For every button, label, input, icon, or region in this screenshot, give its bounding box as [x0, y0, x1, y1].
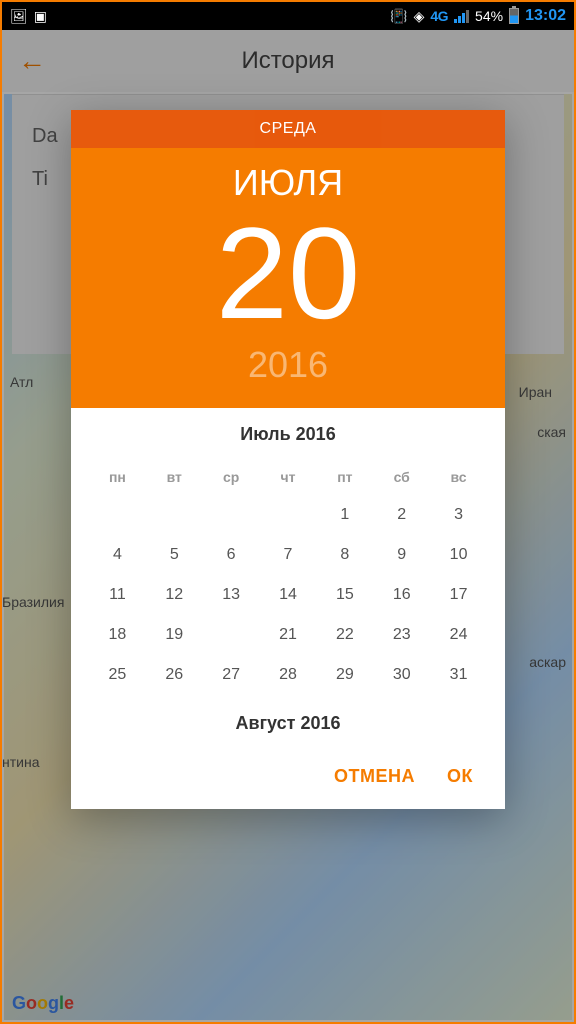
calendar-empty-cell: [146, 495, 203, 535]
calendar-day[interactable]: 18: [89, 615, 146, 655]
datepicker-dialog: СРЕДА ИЮЛЯ 20 2016 Июль 2016 пнвтсрчтптс…: [71, 110, 505, 809]
calendar-dow-header: пн: [89, 459, 146, 495]
calendar-dow-header: вт: [146, 459, 203, 495]
calendar-day[interactable]: 21: [260, 615, 317, 655]
calendar-day[interactable]: 15: [316, 575, 373, 615]
play-store-icon: ▣: [34, 8, 47, 25]
calendar-day[interactable]: 11: [89, 575, 146, 615]
calendar-day[interactable]: 30: [373, 655, 430, 695]
calendar-dow-header: вс: [430, 459, 487, 495]
calendar-dow-header: чт: [260, 459, 317, 495]
calendar-day[interactable]: 4: [89, 535, 146, 575]
calendar-day[interactable]: 28: [260, 655, 317, 695]
calendar-day[interactable]: 16: [373, 575, 430, 615]
ok-button[interactable]: ОК: [447, 766, 473, 787]
datepicker-actions: ОТМЕНА ОК: [71, 744, 505, 809]
calendar-day[interactable]: 17: [430, 575, 487, 615]
wifi-icon: ◈: [414, 8, 425, 25]
calendar-day[interactable]: 9: [373, 535, 430, 575]
vibrate-icon: 📳: [390, 8, 407, 25]
battery-icon: [509, 8, 519, 24]
calendar-empty-cell: [203, 495, 260, 535]
calendar-day[interactable]: 3: [430, 495, 487, 535]
calendar-day[interactable]: 1: [316, 495, 373, 535]
modal-overlay[interactable]: СРЕДА ИЮЛЯ 20 2016 Июль 2016 пнвтсрчтптс…: [2, 30, 574, 1022]
calendar-day[interactable]: 8: [316, 535, 373, 575]
datepicker-main-header[interactable]: ИЮЛЯ 20 2016: [71, 148, 505, 408]
calendar-day[interactable]: 25: [89, 655, 146, 695]
calendar-day[interactable]: 13: [203, 575, 260, 615]
datepicker-year[interactable]: 2016: [71, 344, 505, 386]
calendar-day[interactable]: 29: [316, 655, 373, 695]
status-right: 📳 ◈ 4G 54% 13:02: [390, 7, 566, 25]
calendar-day[interactable]: 7: [260, 535, 317, 575]
cancel-button[interactable]: ОТМЕНА: [334, 766, 415, 787]
datepicker-day: 20: [71, 208, 505, 338]
calendar-day[interactable]: 26: [146, 655, 203, 695]
calendar-day[interactable]: 31: [430, 655, 487, 695]
signal-icon: [454, 9, 469, 23]
calendar-next-month-title: Август 2016: [89, 713, 487, 734]
calendar-day[interactable]: 2: [373, 495, 430, 535]
calendar-dow-header: ср: [203, 459, 260, 495]
datepicker-month: ИЮЛЯ: [71, 162, 505, 204]
clock: 13:02: [525, 7, 566, 25]
calendar-month-title: Июль 2016: [89, 424, 487, 445]
calendar-day[interactable]: 22: [316, 615, 373, 655]
status-left: 🖼 ▣: [10, 8, 47, 25]
calendar-dow-header: пт: [316, 459, 373, 495]
network-label: 4G: [430, 8, 448, 24]
calendar-day[interactable]: 12: [146, 575, 203, 615]
calendar-empty-cell: [89, 495, 146, 535]
battery-percent: 54%: [475, 8, 503, 24]
calendar-day[interactable]: 20: [203, 615, 260, 655]
calendar-day[interactable]: 6: [203, 535, 260, 575]
calendar-day[interactable]: 24: [430, 615, 487, 655]
calendar-day[interactable]: 19: [146, 615, 203, 655]
calendar-day[interactable]: 14: [260, 575, 317, 615]
calendar-dow-header: сб: [373, 459, 430, 495]
calendar-day[interactable]: 10: [430, 535, 487, 575]
status-bar: 🖼 ▣ 📳 ◈ 4G 54% 13:02: [2, 2, 574, 30]
datepicker-dow-header: СРЕДА: [71, 110, 505, 148]
calendar-day[interactable]: 27: [203, 655, 260, 695]
gallery-icon: 🖼: [10, 8, 28, 25]
datepicker-calendar: Июль 2016 пнвтсрчтптсбвс1234567891011121…: [71, 408, 505, 744]
calendar-grid: пнвтсрчтптсбвс12345678910111213141516171…: [89, 459, 487, 695]
calendar-day[interactable]: 23: [373, 615, 430, 655]
calendar-day[interactable]: 5: [146, 535, 203, 575]
calendar-empty-cell: [260, 495, 317, 535]
